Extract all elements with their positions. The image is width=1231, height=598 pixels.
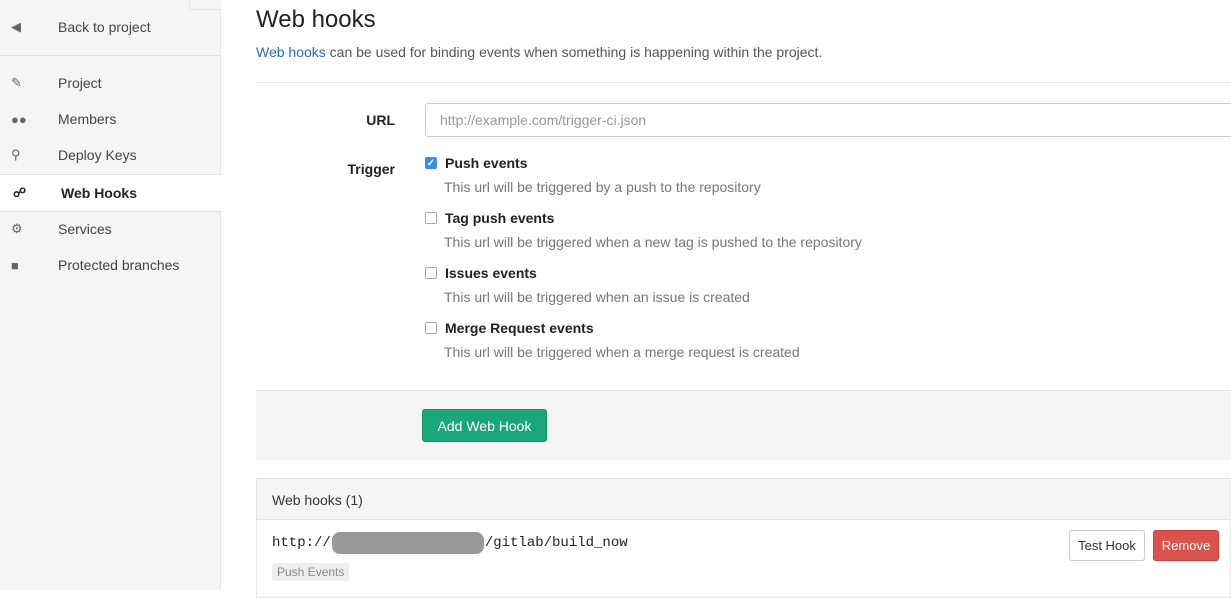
page-description: Web hooks can be used for binding events… (256, 44, 822, 60)
description-text: can be used for binding events when some… (325, 44, 823, 60)
checkbox-label: Push events (445, 155, 528, 171)
sidebar-item-services[interactable]: ⚙ Services (0, 211, 221, 247)
merge-request-events-description: This url will be triggered when a merge … (444, 344, 800, 360)
page-title: Web hooks (256, 6, 376, 33)
link-icon: ☍ (13, 185, 27, 200)
hook-url-suffix: /gitlab/build_now (484, 535, 628, 551)
checkbox-label: Tag push events (445, 210, 555, 226)
nav-label: Services (58, 221, 112, 237)
form-actions: Add Web Hook (256, 390, 1231, 460)
sidebar-item-project[interactable]: ✎ Project (0, 65, 221, 101)
sidebar: ◀︎ Back to project ✎ Project ●● Members … (0, 0, 222, 590)
sidebar-item-protected-branches[interactable]: ■ Protected branches (0, 247, 221, 283)
issues-events-checkbox[interactable]: Issues events (425, 265, 537, 281)
checkbox-checked-icon[interactable]: ✓ (425, 157, 437, 169)
test-hook-button[interactable]: Test Hook (1069, 530, 1145, 561)
divider (256, 82, 1231, 83)
back-to-project-link[interactable]: ◀︎ Back to project (0, 9, 221, 45)
users-icon: ●● (11, 111, 27, 127)
push-events-description: This url will be triggered by a push to … (444, 179, 761, 195)
checkbox-label: Merge Request events (445, 320, 594, 336)
lock-icon: ■ (11, 257, 19, 273)
nav-label: Members (58, 111, 117, 127)
hook-url-prefix: http:// (272, 535, 331, 551)
checkbox-icon[interactable] (425, 322, 437, 334)
merge-request-events-checkbox[interactable]: Merge Request events (425, 320, 594, 336)
sidebar-item-web-hooks[interactable]: ☍ Web Hooks (0, 174, 222, 212)
add-web-hook-button[interactable]: Add Web Hook (422, 409, 547, 442)
push-events-checkbox[interactable]: ✓ Push events (425, 155, 527, 171)
tag-push-events-checkbox[interactable]: Tag push events (425, 210, 554, 226)
event-badge: Push Events (272, 563, 350, 581)
hook-url: http:// /gitlab/build_now (272, 532, 628, 554)
nav-label: Back to project (58, 19, 151, 35)
checkbox-icon[interactable] (425, 212, 437, 224)
nav-label: Protected branches (58, 257, 180, 273)
checkbox-icon[interactable] (425, 267, 437, 279)
checkbox-label: Issues events (445, 265, 537, 281)
edit-icon: ✎ (11, 75, 22, 90)
web-hooks-panel: Web hooks (1) http:// /gitlab/build_now P… (256, 478, 1231, 598)
sidebar-item-deploy-keys[interactable]: ⚲ Deploy Keys (0, 137, 221, 173)
nav-label: Deploy Keys (58, 147, 137, 163)
web-hooks-help-link[interactable]: Web hooks (256, 44, 326, 60)
tag-push-events-description: This url will be triggered when a new ta… (444, 234, 862, 250)
url-input[interactable] (425, 103, 1231, 137)
sidebar-item-members[interactable]: ●● Members (0, 101, 221, 137)
panel-heading: Web hooks (1) (257, 479, 1230, 520)
cogs-icon: ⚙ (11, 221, 23, 236)
url-label: URL (366, 112, 395, 128)
nav-label: Project (58, 75, 102, 91)
redacted-host (331, 532, 484, 554)
key-icon: ⚲ (11, 147, 21, 162)
back-arrow-icon: ◀︎ (11, 19, 21, 34)
remove-hook-button[interactable]: Remove (1153, 530, 1219, 561)
trigger-label: Trigger (347, 161, 395, 177)
nav-label: Web Hooks (61, 185, 137, 201)
issues-events-description: This url will be triggered when an issue… (444, 289, 750, 305)
divider (0, 55, 221, 56)
